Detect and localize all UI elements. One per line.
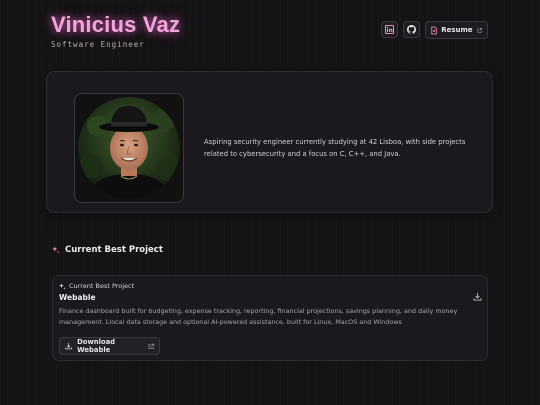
section-heading: Current Best Project bbox=[52, 245, 163, 255]
project-title: Webable bbox=[59, 293, 96, 302]
external-link-icon bbox=[477, 27, 482, 33]
linkedin-icon bbox=[385, 25, 394, 34]
document-icon bbox=[431, 26, 437, 34]
project-description: Finance dashboard built for budgeting, e… bbox=[59, 307, 458, 326]
avatar-frame bbox=[74, 93, 184, 203]
bio-text: Aspiring security engineer currently stu… bbox=[204, 138, 466, 158]
section-title: Current Best Project bbox=[65, 245, 163, 255]
profile-card: Aspiring security engineer currently stu… bbox=[46, 71, 493, 213]
github-button[interactable] bbox=[403, 21, 420, 38]
external-link-icon bbox=[148, 343, 154, 349]
download-label: Download Webable bbox=[77, 338, 116, 354]
avatar bbox=[78, 97, 180, 199]
linkedin-button[interactable] bbox=[381, 21, 398, 38]
sparkle-icon bbox=[59, 282, 66, 289]
sparkle-icon bbox=[52, 246, 60, 254]
download-icon[interactable] bbox=[473, 292, 482, 301]
page-subtitle: Software Engineer bbox=[51, 40, 145, 49]
project-kicker: Current Best Project bbox=[59, 282, 134, 290]
download-webable-button[interactable]: Download Webable bbox=[59, 337, 160, 355]
github-icon bbox=[407, 25, 416, 34]
resume-button[interactable]: Resume bbox=[425, 21, 488, 39]
resume-label: Resume bbox=[441, 26, 473, 34]
project-kicker-label: Current Best Project bbox=[69, 282, 135, 290]
page-title: Vinicius Vaz bbox=[51, 12, 181, 37]
project-card: Current Best Project Webable Finance das… bbox=[52, 275, 488, 361]
download-icon bbox=[65, 343, 72, 350]
